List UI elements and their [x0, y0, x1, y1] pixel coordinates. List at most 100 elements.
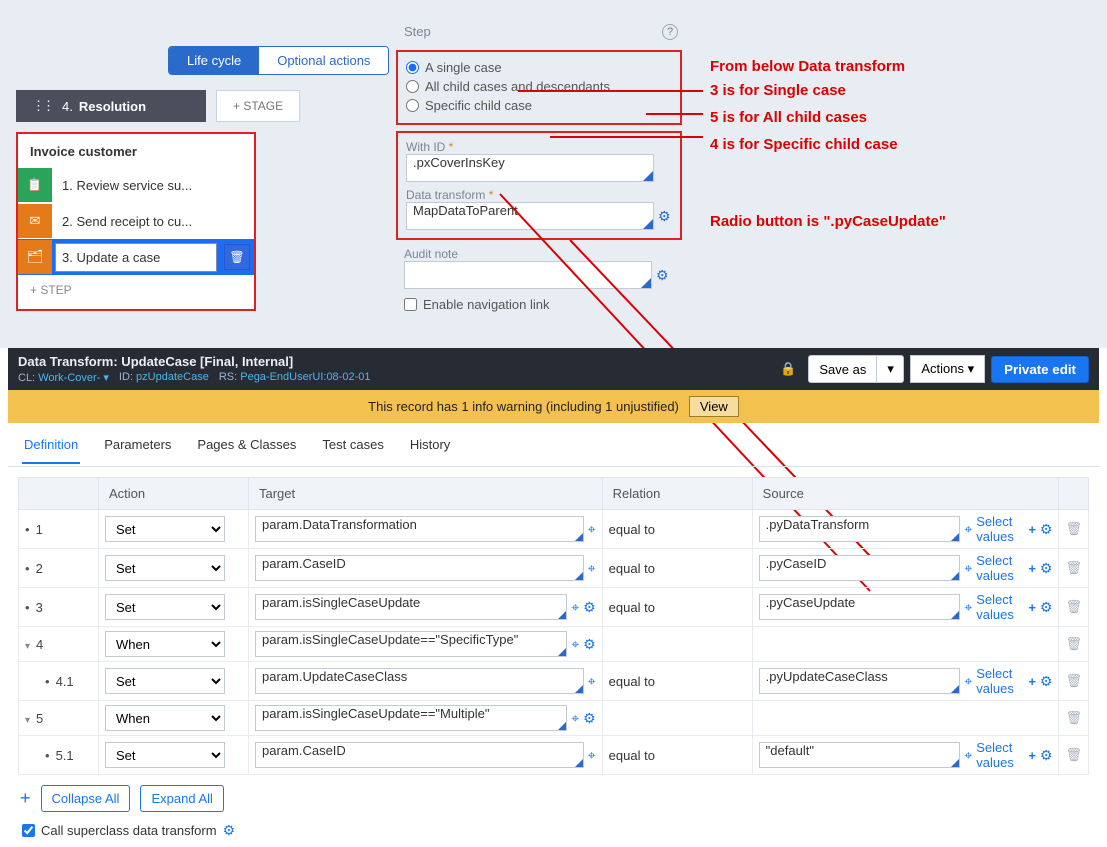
add-step-button[interactable]: + STEP [18, 275, 254, 305]
relation-cell: equal to [602, 588, 752, 627]
tab-definition[interactable]: Definition [22, 433, 80, 464]
gear-icon[interactable]: ⚙ [1040, 747, 1053, 764]
target-input[interactable]: param.isSingleCaseUpdate=="SpecificType" [255, 631, 567, 657]
crosshair-icon[interactable]: ⌖ [571, 636, 579, 653]
add-stage-button[interactable]: + STAGE [216, 90, 300, 122]
gear-icon[interactable]: ⚙ [1040, 521, 1053, 538]
gear-icon[interactable]: ⚙ [658, 208, 671, 225]
target-input[interactable]: param.isSingleCaseUpdate [255, 594, 567, 620]
ruleform-tabs: Definition Parameters Pages & Classes Te… [8, 423, 1099, 467]
gear-icon[interactable]: ⚙ [1040, 673, 1053, 690]
target-input[interactable]: param.CaseID [255, 742, 584, 768]
select-values-link[interactable]: Select values + [976, 592, 1036, 622]
case-designer-panel: Life cycle Optional actions 4. Resolutio… [0, 0, 1107, 348]
actions-menu-button[interactable]: Actions ▾ [910, 355, 985, 383]
select-values-link[interactable]: Select values + [976, 553, 1036, 583]
step-row-3-selected[interactable]: 🗂 3. Update a case 🗑 [18, 239, 254, 275]
stage-chip-resolution[interactable]: 4. Resolution [16, 90, 206, 122]
source-input[interactable]: "default" [759, 742, 961, 768]
delete-row-icon[interactable]: 🗑 [1065, 747, 1082, 762]
tab-pages-classes[interactable]: Pages & Classes [195, 433, 298, 464]
id-value[interactable]: pzUpdateCase [136, 371, 209, 383]
rs-value[interactable]: Pega-EndUserUI:08-02-01 [240, 371, 370, 383]
gear-icon[interactable]: ⚙ [1040, 599, 1053, 616]
crosshair-icon[interactable]: ⌖ [588, 673, 596, 690]
gear-icon[interactable]: ⚙ [583, 636, 596, 653]
select-values-link[interactable]: Select values + [976, 740, 1036, 770]
crosshair-icon[interactable]: ⌖ [588, 521, 596, 538]
crosshair-icon[interactable]: ⌖ [588, 560, 596, 577]
target-input[interactable]: param.UpdateCaseClass [255, 668, 584, 694]
delete-row-icon[interactable]: 🗑 [1065, 560, 1082, 575]
relation-cell [602, 701, 752, 736]
action-select[interactable]: Set [105, 742, 225, 768]
with-id-input[interactable]: .pxCoverInsKey [406, 154, 654, 182]
tab-test-cases[interactable]: Test cases [320, 433, 385, 464]
ruleform-title: Data Transform: UpdateCase [Final, Inter… [18, 354, 370, 369]
select-values-link[interactable]: Select values + [976, 666, 1036, 696]
tab-history[interactable]: History [408, 433, 452, 464]
select-values-link[interactable]: Select values + [976, 514, 1036, 544]
col-source: Source [752, 478, 1059, 510]
cl-value[interactable]: Work-Cover- [38, 372, 100, 384]
crosshair-icon[interactable]: ⌖ [571, 710, 579, 727]
collapse-all-button[interactable]: Collapse All [41, 785, 131, 812]
delete-step-button[interactable]: 🗑 [224, 244, 250, 270]
add-row-button[interactable]: + [20, 788, 31, 809]
crosshair-icon[interactable]: ⌖ [571, 599, 579, 616]
col-target: Target [249, 478, 603, 510]
stage-name: Resolution [79, 99, 146, 114]
step-row-2[interactable]: ✉ 2. Send receipt to cu... [18, 203, 254, 239]
crosshair-icon[interactable]: ⌖ [964, 747, 972, 764]
private-edit-button[interactable]: Private edit [991, 356, 1089, 383]
drag-handle-icon[interactable] [32, 98, 56, 114]
gear-icon[interactable]: ⚙ [223, 822, 236, 839]
gear-icon[interactable]: ⚙ [656, 267, 669, 284]
call-superclass-checkbox[interactable]: Call superclass data transform ⚙ [8, 814, 1099, 847]
action-select[interactable]: Set [105, 516, 225, 542]
source-input[interactable]: .pyDataTransform [759, 516, 961, 542]
crosshair-icon[interactable]: ⌖ [964, 599, 972, 616]
tab-parameters[interactable]: Parameters [102, 433, 173, 464]
delete-row-icon[interactable]: 🗑 [1065, 710, 1082, 725]
target-input[interactable]: param.CaseID [255, 555, 584, 581]
gear-icon[interactable]: ⚙ [583, 599, 596, 616]
expand-all-button[interactable]: Expand All [140, 785, 223, 812]
action-select[interactable]: Set [105, 668, 225, 694]
enable-nav-checkbox[interactable]: Enable navigation link [390, 289, 688, 320]
source-input[interactable]: .pyCaseUpdate [759, 594, 961, 620]
crosshair-icon[interactable]: ⌖ [964, 673, 972, 690]
save-as-button[interactable]: Save as [808, 355, 876, 383]
action-select[interactable]: When [105, 631, 225, 657]
save-as-dropdown[interactable]: ▾ [876, 355, 904, 383]
crosshair-icon[interactable]: ⌖ [964, 521, 972, 538]
delete-row-icon[interactable]: 🗑 [1065, 521, 1082, 536]
gear-icon[interactable]: ⚙ [583, 710, 596, 727]
crosshair-icon[interactable]: ⌖ [588, 747, 596, 764]
dt-label: Data transform [406, 188, 493, 202]
gear-icon[interactable]: ⚙ [1040, 560, 1053, 577]
with-id-label: With ID [406, 140, 453, 154]
step-num-2: 2. [62, 214, 73, 229]
delete-row-icon[interactable]: 🗑 [1065, 636, 1082, 651]
delete-row-icon[interactable]: 🗑 [1065, 673, 1082, 688]
step-row-1[interactable]: 📋 1. Review service su... [18, 167, 254, 203]
radio-all-child[interactable]: All child cases and descendants [406, 77, 672, 96]
view-warnings-button[interactable]: View [689, 396, 739, 417]
step-properties-panel: Step ? A single case All child cases and… [390, 10, 688, 320]
source-input[interactable]: .pyUpdateCaseClass [759, 668, 961, 694]
source-input[interactable]: .pyCaseID [759, 555, 961, 581]
radio-specific-child[interactable]: Specific child case [406, 96, 672, 115]
action-select[interactable]: When [105, 705, 225, 731]
data-transform-input[interactable]: MapDataToParent [406, 202, 654, 230]
action-select[interactable]: Set [105, 594, 225, 620]
target-input[interactable]: param.isSingleCaseUpdate=="Multiple" [255, 705, 567, 731]
crosshair-icon[interactable]: ⌖ [964, 560, 972, 577]
target-input[interactable]: param.DataTransformation [255, 516, 584, 542]
action-select[interactable]: Set [105, 555, 225, 581]
table-row: 3 Set param.isSingleCaseUpdate ⌖ ⚙ equal… [19, 588, 1089, 627]
delete-row-icon[interactable]: 🗑 [1065, 599, 1082, 614]
audit-note-input[interactable] [404, 261, 652, 289]
help-icon[interactable]: ? [662, 24, 678, 40]
radio-single-case[interactable]: A single case [406, 58, 672, 77]
